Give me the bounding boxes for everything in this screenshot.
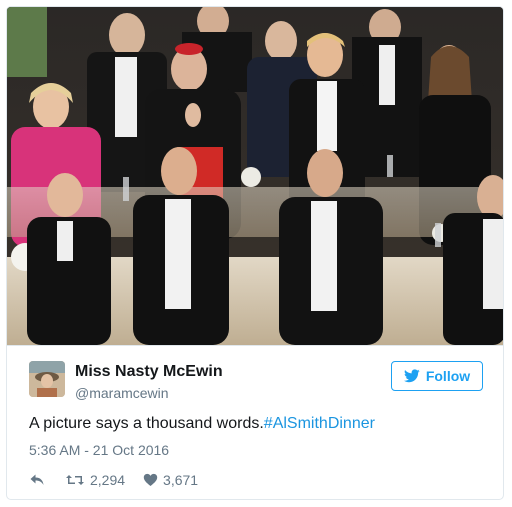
retweet-count: 2,294 [90, 472, 126, 488]
tweet-photo[interactable] [7, 7, 503, 345]
dinner-photo-image [7, 7, 503, 345]
retweet-button[interactable]: 2,294 [65, 472, 125, 488]
author-handle[interactable]: @maramcewin [75, 385, 169, 401]
reply-arrow-icon [29, 473, 45, 487]
tweet-text: A picture says a thousand words.#AlSmith… [29, 415, 375, 433]
twitter-bird-icon [403, 369, 420, 383]
like-count: 3,671 [163, 472, 199, 488]
follow-button-label: Follow [425, 368, 471, 384]
photo-divider [7, 345, 503, 346]
hashtag-link[interactable]: #AlSmithDinner [264, 415, 375, 432]
tweet-actions: 2,294 3,671 [29, 469, 198, 491]
tweet-card: Miss Nasty McEwin @maramcewin Follow A p… [6, 6, 504, 500]
follow-button[interactable]: Follow [391, 361, 483, 391]
author-avatar[interactable] [29, 361, 65, 397]
heart-icon [143, 473, 158, 487]
tweet-body: A picture says a thousand words. [29, 415, 264, 432]
author-display-name[interactable]: Miss Nasty McEwin [75, 363, 223, 381]
reply-button[interactable] [29, 473, 45, 487]
like-button[interactable]: 3,671 [143, 472, 198, 488]
retweet-icon [65, 473, 85, 487]
tweet-timestamp[interactable]: 5:36 AM - 21 Oct 2016 [29, 442, 169, 458]
avatar-image [29, 361, 65, 397]
